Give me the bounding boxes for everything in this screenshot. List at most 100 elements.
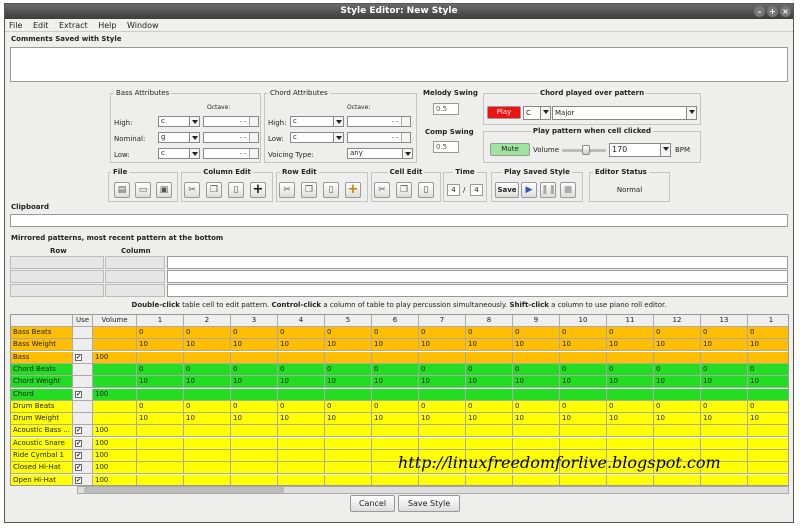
horizontal-scrollbar[interactable] bbox=[77, 486, 789, 494]
stop-icon[interactable]: ■ bbox=[560, 182, 576, 198]
pattern-cell[interactable] bbox=[513, 351, 560, 364]
pattern-cell[interactable] bbox=[654, 437, 701, 450]
pattern-cell[interactable]: 0 bbox=[748, 327, 788, 339]
pattern-cell[interactable] bbox=[137, 437, 184, 450]
paste-icon[interactable]: ▯ bbox=[323, 182, 339, 198]
pattern-cell[interactable] bbox=[137, 351, 184, 364]
header-column[interactable]: 12 bbox=[654, 315, 701, 327]
table-row[interactable]: Bass Weight 10 10 10 10 10 10 10 10 10 10 10 10 10 10 bbox=[11, 339, 788, 352]
mirrored-column-cell[interactable] bbox=[105, 256, 165, 269]
pattern-cell[interactable]: 0 bbox=[466, 400, 513, 413]
pattern-cell[interactable]: 0 bbox=[231, 400, 278, 413]
pattern-cell[interactable] bbox=[560, 474, 607, 485]
pattern-cell[interactable] bbox=[325, 351, 372, 364]
close-icon[interactable]: × bbox=[780, 6, 791, 17]
pattern-cell[interactable] bbox=[278, 474, 325, 485]
pattern-cell[interactable] bbox=[278, 388, 325, 401]
paste-icon[interactable]: ▯ bbox=[228, 182, 244, 198]
pattern-cell[interactable]: 0 bbox=[466, 363, 513, 376]
checkbox-icon[interactable]: ✔ bbox=[75, 427, 82, 435]
pattern-cell[interactable] bbox=[607, 425, 654, 438]
row-name-cell[interactable]: Bass Weight bbox=[11, 339, 73, 352]
row-use-cell[interactable] bbox=[73, 413, 93, 426]
pattern-cell[interactable] bbox=[419, 474, 466, 485]
melody-swing-input[interactable]: 0.5 bbox=[433, 103, 459, 115]
menu-edit[interactable]: Edit bbox=[29, 19, 53, 32]
menu-window[interactable]: Window bbox=[123, 19, 163, 32]
pattern-cell[interactable] bbox=[137, 462, 184, 475]
pattern-cell[interactable]: 10 bbox=[654, 413, 701, 426]
header-column[interactable]: 1 bbox=[748, 315, 788, 327]
row-use-cell[interactable] bbox=[73, 327, 93, 339]
pattern-cell[interactable]: 10 bbox=[748, 376, 788, 389]
pattern-cell[interactable]: 0 bbox=[748, 400, 788, 413]
pattern-cell[interactable] bbox=[701, 437, 748, 450]
row-use-cell[interactable] bbox=[73, 376, 93, 389]
pattern-cell[interactable] bbox=[466, 474, 513, 485]
row-use-cell[interactable]: ✔ bbox=[73, 351, 93, 364]
pattern-cell[interactable]: 0 bbox=[325, 327, 372, 339]
pattern-cell[interactable] bbox=[372, 425, 419, 438]
chord-low-select[interactable]: c bbox=[290, 132, 344, 143]
mirrored-column-cell[interactable] bbox=[105, 270, 165, 283]
pattern-cell[interactable]: 0 bbox=[372, 363, 419, 376]
header-column[interactable]: 3 bbox=[231, 315, 278, 327]
mirrored-pattern-field[interactable] bbox=[167, 256, 788, 269]
pattern-cell[interactable] bbox=[372, 474, 419, 485]
menu-help[interactable]: Help bbox=[94, 19, 120, 32]
pattern-cell[interactable] bbox=[701, 351, 748, 364]
pattern-cell[interactable] bbox=[137, 450, 184, 462]
pattern-cell[interactable] bbox=[748, 351, 788, 364]
pattern-cell[interactable] bbox=[607, 437, 654, 450]
chord-low-octave[interactable]: - - bbox=[347, 132, 411, 143]
header-use[interactable]: Use bbox=[73, 315, 93, 327]
pattern-cell[interactable] bbox=[748, 437, 788, 450]
pattern-cell[interactable]: 10 bbox=[513, 413, 560, 426]
chord-type-select[interactable]: Major bbox=[552, 106, 697, 120]
menu-file[interactable]: File bbox=[5, 19, 26, 32]
pattern-cell[interactable]: 10 bbox=[372, 339, 419, 352]
pattern-cell[interactable]: 10 bbox=[654, 339, 701, 352]
pattern-cell[interactable] bbox=[654, 474, 701, 485]
pattern-cell[interactable]: 0 bbox=[419, 327, 466, 339]
copy-icon[interactable]: ❐ bbox=[206, 182, 222, 198]
pattern-cell[interactable] bbox=[184, 437, 231, 450]
pattern-cell[interactable] bbox=[513, 437, 560, 450]
pattern-cell[interactable]: 0 bbox=[560, 363, 607, 376]
pattern-cell[interactable] bbox=[231, 450, 278, 462]
cancel-button[interactable]: Cancel bbox=[350, 495, 395, 512]
pattern-cell[interactable]: 10 bbox=[466, 376, 513, 389]
table-row[interactable]: Acoustic Snare ✔ 100 bbox=[11, 437, 788, 450]
pattern-cell[interactable]: 10 bbox=[372, 376, 419, 389]
pattern-cell[interactable] bbox=[701, 474, 748, 485]
pattern-cell[interactable]: 10 bbox=[701, 413, 748, 426]
checkbox-icon[interactable]: ✔ bbox=[75, 390, 82, 398]
pattern-cell[interactable] bbox=[278, 351, 325, 364]
row-use-cell[interactable]: ✔ bbox=[73, 388, 93, 401]
row-use-cell[interactable]: ✔ bbox=[73, 425, 93, 438]
pattern-cell[interactable] bbox=[231, 474, 278, 485]
pattern-cell[interactable]: 10 bbox=[231, 376, 278, 389]
header-column[interactable]: 6 bbox=[372, 315, 419, 327]
pattern-cell[interactable]: 10 bbox=[607, 376, 654, 389]
row-volume-cell[interactable] bbox=[93, 400, 137, 413]
pattern-cell[interactable] bbox=[701, 425, 748, 438]
pattern-cell[interactable] bbox=[278, 437, 325, 450]
pattern-cell[interactable] bbox=[184, 474, 231, 485]
pattern-cell[interactable]: 10 bbox=[184, 413, 231, 426]
pattern-cell[interactable] bbox=[184, 425, 231, 438]
pattern-cell[interactable] bbox=[184, 388, 231, 401]
pattern-cell[interactable]: 10 bbox=[466, 339, 513, 352]
pattern-cell[interactable]: 10 bbox=[654, 376, 701, 389]
pattern-cell[interactable]: 0 bbox=[513, 400, 560, 413]
pattern-cell[interactable] bbox=[513, 388, 560, 401]
pattern-cell[interactable]: 10 bbox=[325, 376, 372, 389]
bass-nominal-octave[interactable]: - - bbox=[203, 132, 259, 143]
pattern-cell[interactable]: 10 bbox=[419, 339, 466, 352]
chord-high-select[interactable]: c bbox=[290, 116, 344, 127]
pattern-cell[interactable]: 10 bbox=[278, 413, 325, 426]
mirrored-row-cell[interactable] bbox=[10, 284, 104, 297]
header-column[interactable]: 4 bbox=[278, 315, 325, 327]
row-name-cell[interactable]: Open Hi-Hat bbox=[11, 474, 73, 485]
header-column[interactable]: 2 bbox=[184, 315, 231, 327]
